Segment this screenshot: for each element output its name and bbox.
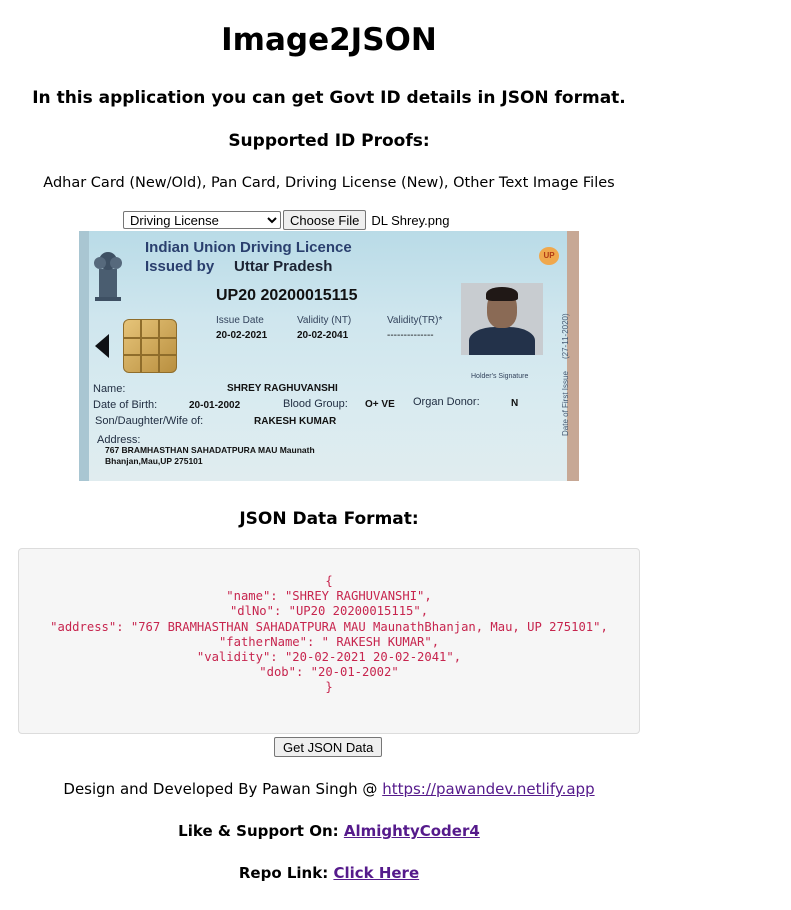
name-label: Name: bbox=[93, 383, 126, 395]
credit-line: Design and Developed By Pawan Singh @ ht… bbox=[0, 780, 658, 798]
address-line-1: 767 BRAMHASTHAN SAHADATPURA MAU Maunath bbox=[105, 445, 315, 455]
repo-text: Repo Link: bbox=[238, 864, 334, 882]
portfolio-link[interactable]: https://pawandev.netlify.app bbox=[382, 780, 594, 798]
json-line: { bbox=[325, 574, 333, 588]
supported-id-list: Adhar Card (New/Old), Pan Card, Driving … bbox=[43, 175, 615, 191]
validity-tr-label: Validity(TR)* bbox=[387, 315, 443, 326]
id-type-select[interactable]: Driving License bbox=[123, 211, 281, 229]
organ-donor-label: Organ Donor: bbox=[413, 396, 480, 408]
json-output: { "name": "SHREY RAGHUVANSHI", "dlNo": "… bbox=[19, 574, 639, 696]
uploaded-id-image: Indian Union Driving Licence Issued by U… bbox=[79, 231, 579, 481]
selected-file-name: DL Shrey.png bbox=[371, 212, 450, 228]
holder-photo bbox=[461, 283, 543, 355]
issue-date-value: 20-02-2021 bbox=[216, 330, 268, 341]
card-header-issued-by: Issued by bbox=[145, 258, 215, 275]
json-line: } bbox=[325, 680, 333, 695]
issue-date-label: Issue Date bbox=[216, 315, 264, 326]
json-output-box: { "name": "SHREY RAGHUVANSHI", "dlNo": "… bbox=[18, 548, 640, 734]
validity-nt-value: 20-02-2041 bbox=[297, 330, 349, 341]
validity-nt-label: Validity (NT) bbox=[297, 315, 352, 326]
repo-line: Repo Link: Click Here bbox=[0, 864, 658, 882]
name-value: SHREY RAGHUVANSHI bbox=[227, 383, 338, 394]
json-line: "validity": "20-02-2021 20-02-2041", bbox=[196, 650, 462, 665]
supported-heading: Supported ID Proofs: bbox=[228, 131, 430, 151]
first-issue-label: Date of First Issue bbox=[561, 371, 570, 436]
card-header-title: Indian Union Driving Licence bbox=[145, 239, 352, 256]
card-dl-number: UP20 20200015115 bbox=[216, 287, 358, 304]
blood-group-label: Blood Group: bbox=[283, 398, 348, 410]
relation-label: Son/Daughter/Wife of: bbox=[95, 415, 204, 427]
support-link[interactable]: AlmightyCoder4 bbox=[344, 822, 480, 840]
card-chip-icon bbox=[123, 319, 177, 373]
card-issuing-state: Uttar Pradesh bbox=[234, 258, 333, 275]
national-emblem-icon bbox=[94, 252, 122, 301]
triangle-arrow-icon bbox=[95, 334, 109, 358]
card-left-edge bbox=[79, 231, 89, 481]
json-line: "fatherName": " RAKESH KUMAR", bbox=[218, 634, 440, 649]
repo-link[interactable]: Click Here bbox=[333, 864, 419, 882]
json-line: "dob": "20-01-2002" bbox=[259, 665, 399, 680]
choose-file-button[interactable]: Choose File bbox=[283, 210, 367, 230]
upload-controls: Driving License Choose File DL Shrey.png bbox=[123, 210, 449, 230]
blood-group-value: O+ VE bbox=[365, 399, 395, 410]
json-heading: JSON Data Format: bbox=[239, 509, 419, 529]
json-line: "address": "767 BRAMHASTHAN SAHADATPURA … bbox=[50, 619, 608, 634]
first-issue-date: (27-11-2020) bbox=[561, 313, 570, 359]
holder-signature-label: Holder's Signature bbox=[471, 373, 529, 380]
json-line: "name": "SHREY RAGHUVANSHI", bbox=[226, 589, 432, 604]
page-title: Image2JSON bbox=[221, 22, 437, 58]
credit-text: Design and Developed By Pawan Singh @ bbox=[63, 780, 383, 798]
get-json-button[interactable]: Get JSON Data bbox=[274, 737, 383, 757]
organ-donor-value: N bbox=[511, 398, 519, 409]
state-badge-icon: UP bbox=[539, 247, 559, 265]
support-line: Like & Support On: AlmightyCoder4 bbox=[0, 822, 658, 840]
support-text: Like & Support On: bbox=[178, 822, 344, 840]
page-subtitle: In this application you can get Govt ID … bbox=[32, 88, 626, 108]
address-line-2: Bhanjan,Mau,UP 275101 bbox=[105, 456, 203, 466]
json-line: "dlNo": "UP20 20200015115", bbox=[229, 604, 429, 619]
relation-value: RAKESH KUMAR bbox=[254, 416, 337, 427]
dob-value: 20-01-2002 bbox=[189, 400, 241, 411]
dob-label: Date of Birth: bbox=[93, 399, 158, 411]
validity-tr-value: -------------- bbox=[387, 330, 434, 341]
